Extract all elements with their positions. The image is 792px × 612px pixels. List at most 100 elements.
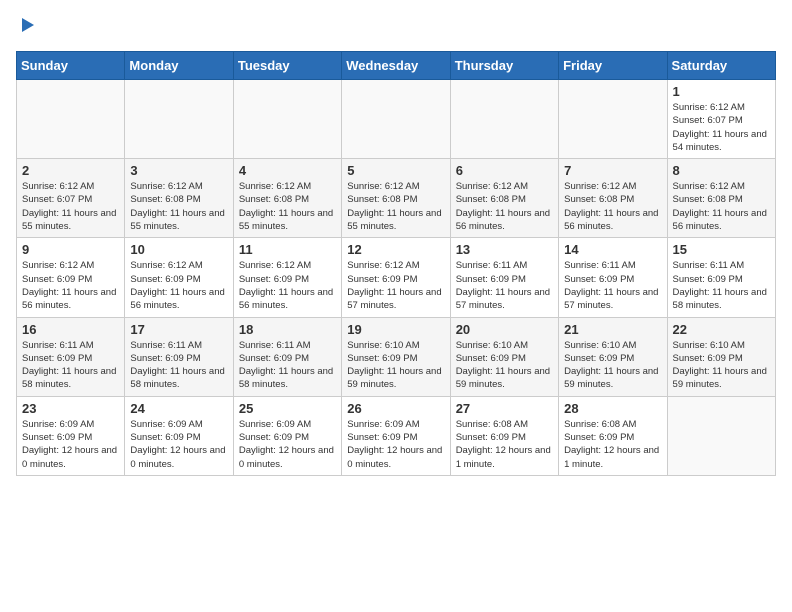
calendar-cell: 3 Sunrise: 6:12 AM Sunset: 6:08 PM Daylig…: [125, 159, 233, 238]
day-number: 19: [347, 322, 444, 337]
day-number: 11: [239, 242, 336, 257]
day-info: Sunrise: 6:12 AM Sunset: 6:08 PM Dayligh…: [564, 180, 661, 233]
day-number: 22: [673, 322, 770, 337]
day-info: Sunrise: 6:08 AM Sunset: 6:09 PM Dayligh…: [564, 418, 661, 471]
day-info: Sunrise: 6:12 AM Sunset: 6:07 PM Dayligh…: [673, 101, 770, 154]
calendar-cell: 27 Sunrise: 6:08 AM Sunset: 6:09 PM Dayli…: [450, 396, 558, 475]
calendar-cell: 7 Sunrise: 6:12 AM Sunset: 6:08 PM Daylig…: [559, 159, 667, 238]
calendar-cell: 23 Sunrise: 6:09 AM Sunset: 6:09 PM Dayli…: [17, 396, 125, 475]
calendar-week-row: 9 Sunrise: 6:12 AM Sunset: 6:09 PM Daylig…: [17, 238, 776, 317]
day-info: Sunrise: 6:12 AM Sunset: 6:09 PM Dayligh…: [239, 259, 336, 312]
calendar-cell: 18 Sunrise: 6:11 AM Sunset: 6:09 PM Dayli…: [233, 317, 341, 396]
day-number: 2: [22, 163, 119, 178]
calendar-cell: 24 Sunrise: 6:09 AM Sunset: 6:09 PM Dayli…: [125, 396, 233, 475]
weekday-header-thursday: Thursday: [450, 52, 558, 80]
day-number: 15: [673, 242, 770, 257]
day-number: 23: [22, 401, 119, 416]
calendar-cell: 10Sunrise: 6:12 AM Sunset: 6:09 PM Dayli…: [125, 238, 233, 317]
calendar-cell: 13 Sunrise: 6:11 AM Sunset: 6:09 PM Dayli…: [450, 238, 558, 317]
calendar-week-row: 16 Sunrise: 6:11 AM Sunset: 6:09 PM Dayli…: [17, 317, 776, 396]
calendar-cell: [125, 80, 233, 159]
calendar-cell: 17 Sunrise: 6:11 AM Sunset: 6:09 PM Dayli…: [125, 317, 233, 396]
calendar-cell: 19 Sunrise: 6:10 AM Sunset: 6:09 PM Dayli…: [342, 317, 450, 396]
day-info: Sunrise: 6:10 AM Sunset: 6:09 PM Dayligh…: [673, 339, 770, 392]
calendar-cell: 21Sunrise: 6:10 AM Sunset: 6:09 PM Dayli…: [559, 317, 667, 396]
day-number: 18: [239, 322, 336, 337]
day-number: 13: [456, 242, 553, 257]
day-number: 28: [564, 401, 661, 416]
day-info: Sunrise: 6:09 AM Sunset: 6:09 PM Dayligh…: [22, 418, 119, 471]
day-info: Sunrise: 6:10 AM Sunset: 6:09 PM Dayligh…: [456, 339, 553, 392]
day-number: 1: [673, 84, 770, 99]
day-number: 27: [456, 401, 553, 416]
calendar-cell: 14 Sunrise: 6:11 AM Sunset: 6:09 PM Dayli…: [559, 238, 667, 317]
calendar-cell: [342, 80, 450, 159]
calendar-cell: 26 Sunrise: 6:09 AM Sunset: 6:09 PM Dayli…: [342, 396, 450, 475]
day-info: Sunrise: 6:12 AM Sunset: 6:08 PM Dayligh…: [347, 180, 444, 233]
day-info: Sunrise: 6:12 AM Sunset: 6:07 PM Dayligh…: [22, 180, 119, 233]
calendar-cell: [17, 80, 125, 159]
day-number: 25: [239, 401, 336, 416]
weekday-header-wednesday: Wednesday: [342, 52, 450, 80]
page-header: [16, 16, 776, 39]
day-number: 20: [456, 322, 553, 337]
day-info: Sunrise: 6:12 AM Sunset: 6:09 PM Dayligh…: [347, 259, 444, 312]
calendar-cell: 9 Sunrise: 6:12 AM Sunset: 6:09 PM Daylig…: [17, 238, 125, 317]
calendar-cell: 5 Sunrise: 6:12 AM Sunset: 6:08 PM Daylig…: [342, 159, 450, 238]
calendar-cell: 15 Sunrise: 6:11 AM Sunset: 6:09 PM Dayli…: [667, 238, 775, 317]
day-number: 8: [673, 163, 770, 178]
day-info: Sunrise: 6:09 AM Sunset: 6:09 PM Dayligh…: [130, 418, 227, 471]
day-number: 26: [347, 401, 444, 416]
calendar-cell: 25 Sunrise: 6:09 AM Sunset: 6:09 PM Dayli…: [233, 396, 341, 475]
day-info: Sunrise: 6:11 AM Sunset: 6:09 PM Dayligh…: [239, 339, 336, 392]
day-number: 7: [564, 163, 661, 178]
calendar-week-row: 1 Sunrise: 6:12 AM Sunset: 6:07 PM Daylig…: [17, 80, 776, 159]
day-info: Sunrise: 6:11 AM Sunset: 6:09 PM Dayligh…: [673, 259, 770, 312]
day-info: Sunrise: 6:12 AM Sunset: 6:08 PM Dayligh…: [673, 180, 770, 233]
calendar-cell: 28 Sunrise: 6:08 AM Sunset: 6:09 PM Dayli…: [559, 396, 667, 475]
calendar-cell: 1 Sunrise: 6:12 AM Sunset: 6:07 PM Daylig…: [667, 80, 775, 159]
calendar-cell: 2 Sunrise: 6:12 AM Sunset: 6:07 PM Daylig…: [17, 159, 125, 238]
logo-arrow-icon: [18, 16, 36, 34]
day-info: Sunrise: 6:11 AM Sunset: 6:09 PM Dayligh…: [564, 259, 661, 312]
day-info: Sunrise: 6:12 AM Sunset: 6:09 PM Dayligh…: [130, 259, 227, 312]
day-number: 14: [564, 242, 661, 257]
calendar-cell: 22 Sunrise: 6:10 AM Sunset: 6:09 PM Dayli…: [667, 317, 775, 396]
day-info: Sunrise: 6:12 AM Sunset: 6:08 PM Dayligh…: [130, 180, 227, 233]
day-info: Sunrise: 6:11 AM Sunset: 6:09 PM Dayligh…: [130, 339, 227, 392]
weekday-header-sunday: Sunday: [17, 52, 125, 80]
logo: [16, 16, 36, 39]
calendar-cell: 4Sunrise: 6:12 AM Sunset: 6:08 PM Daylig…: [233, 159, 341, 238]
day-number: 17: [130, 322, 227, 337]
weekday-header-friday: Friday: [559, 52, 667, 80]
day-number: 5: [347, 163, 444, 178]
day-info: Sunrise: 6:08 AM Sunset: 6:09 PM Dayligh…: [456, 418, 553, 471]
weekday-header-saturday: Saturday: [667, 52, 775, 80]
day-number: 24: [130, 401, 227, 416]
day-info: Sunrise: 6:10 AM Sunset: 6:09 PM Dayligh…: [347, 339, 444, 392]
calendar-week-row: 23 Sunrise: 6:09 AM Sunset: 6:09 PM Dayli…: [17, 396, 776, 475]
day-info: Sunrise: 6:12 AM Sunset: 6:08 PM Dayligh…: [456, 180, 553, 233]
calendar-table: SundayMondayTuesdayWednesdayThursdayFrid…: [16, 51, 776, 476]
calendar-cell: 20 Sunrise: 6:10 AM Sunset: 6:09 PM Dayli…: [450, 317, 558, 396]
day-number: 3: [130, 163, 227, 178]
weekday-header-row: SundayMondayTuesdayWednesdayThursdayFrid…: [17, 52, 776, 80]
calendar-cell: 11 Sunrise: 6:12 AM Sunset: 6:09 PM Dayli…: [233, 238, 341, 317]
day-info: Sunrise: 6:09 AM Sunset: 6:09 PM Dayligh…: [239, 418, 336, 471]
day-info: Sunrise: 6:12 AM Sunset: 6:09 PM Dayligh…: [22, 259, 119, 312]
calendar-cell: [559, 80, 667, 159]
calendar-cell: [233, 80, 341, 159]
calendar-cell: [667, 396, 775, 475]
day-number: 9: [22, 242, 119, 257]
day-number: 16: [22, 322, 119, 337]
day-info: Sunrise: 6:10 AM Sunset: 6:09 PM Dayligh…: [564, 339, 661, 392]
weekday-header-tuesday: Tuesday: [233, 52, 341, 80]
calendar-cell: [450, 80, 558, 159]
day-number: 6: [456, 163, 553, 178]
day-info: Sunrise: 6:09 AM Sunset: 6:09 PM Dayligh…: [347, 418, 444, 471]
day-info: Sunrise: 6:11 AM Sunset: 6:09 PM Dayligh…: [456, 259, 553, 312]
day-number: 12: [347, 242, 444, 257]
calendar-cell: 8 Sunrise: 6:12 AM Sunset: 6:08 PM Daylig…: [667, 159, 775, 238]
calendar-cell: 16Sunrise: 6:11 AM Sunset: 6:09 PM Dayli…: [17, 317, 125, 396]
day-number: 4: [239, 163, 336, 178]
